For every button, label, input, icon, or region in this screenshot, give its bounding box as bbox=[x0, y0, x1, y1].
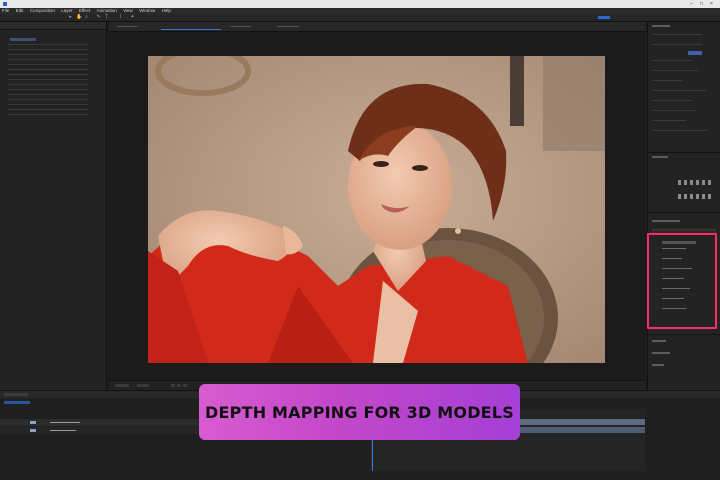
timeline-comp-tab[interactable] bbox=[4, 393, 28, 396]
effect-row[interactable] bbox=[8, 94, 88, 95]
character-panel-header bbox=[652, 340, 666, 342]
mask-toggle-icon[interactable] bbox=[177, 384, 181, 387]
effect-row[interactable] bbox=[8, 104, 88, 105]
align-buttons[interactable] bbox=[678, 180, 714, 185]
pen-tool-icon[interactable]: ✎ bbox=[96, 15, 101, 20]
tab-layer[interactable] bbox=[117, 26, 137, 27]
tab-flowchart[interactable] bbox=[277, 26, 299, 27]
zoom-tool-icon[interactable]: ⌕ bbox=[84, 15, 89, 20]
effect-row[interactable] bbox=[8, 54, 88, 55]
properties-panel-header bbox=[652, 25, 670, 27]
maximize-icon[interactable]: □ bbox=[700, 1, 703, 7]
tab-footage[interactable] bbox=[231, 26, 251, 27]
layer-label-color bbox=[30, 429, 36, 432]
menu-animation[interactable]: Animation bbox=[97, 8, 117, 13]
highlighted-effects-area bbox=[647, 233, 717, 329]
selection-tool-icon[interactable]: ▸ bbox=[68, 15, 73, 20]
menu-layer[interactable]: Layer bbox=[61, 8, 72, 13]
minimize-icon[interactable]: – bbox=[690, 1, 693, 7]
effect-row[interactable] bbox=[8, 109, 88, 110]
track-matte-dropdown[interactable] bbox=[688, 51, 702, 55]
effect-row[interactable] bbox=[8, 79, 88, 80]
effects-presets-header bbox=[652, 220, 680, 222]
tools-toolbar: ▸ ✋ ⌕ ✎ T ⌇ ✦ bbox=[0, 14, 720, 22]
effect-controls-panel bbox=[0, 22, 107, 390]
effect-row[interactable] bbox=[8, 64, 88, 65]
property-row[interactable] bbox=[652, 80, 682, 81]
zoom-dropdown[interactable] bbox=[115, 384, 129, 387]
grid-toggle-icon[interactable] bbox=[171, 384, 175, 387]
tracker-panel-header bbox=[652, 364, 664, 366]
effect-row[interactable] bbox=[8, 84, 88, 85]
app-logo-icon bbox=[3, 2, 7, 6]
puppet-tool-icon[interactable]: ✦ bbox=[130, 15, 135, 20]
window-title-bar: – □ × bbox=[0, 0, 720, 8]
panel-divider bbox=[648, 152, 720, 153]
effect-row[interactable] bbox=[8, 114, 88, 115]
distribute-buttons[interactable] bbox=[678, 194, 714, 199]
hand-tool-icon[interactable]: ✋ bbox=[76, 15, 82, 20]
camera-snapshot-icon[interactable] bbox=[183, 384, 187, 387]
text-tool-icon[interactable]: T bbox=[104, 15, 109, 20]
effect-controls-tab[interactable] bbox=[0, 22, 106, 30]
property-row[interactable] bbox=[652, 44, 702, 45]
resolution-dropdown[interactable] bbox=[137, 384, 149, 387]
menu-view[interactable]: View bbox=[123, 8, 133, 13]
portrait-photo bbox=[148, 56, 605, 363]
property-row[interactable] bbox=[652, 100, 692, 101]
menu-composition[interactable]: Composition bbox=[30, 8, 55, 13]
layer-name[interactable] bbox=[50, 422, 80, 423]
current-time-display[interactable] bbox=[4, 401, 30, 404]
property-row[interactable] bbox=[652, 130, 708, 131]
composition-frame[interactable] bbox=[148, 56, 605, 363]
effect-name-field[interactable] bbox=[10, 38, 36, 41]
menu-edit[interactable]: Edit bbox=[16, 8, 24, 13]
menu-file[interactable]: File bbox=[2, 8, 9, 13]
property-row[interactable] bbox=[652, 90, 706, 91]
effect-row[interactable] bbox=[8, 89, 88, 90]
align-panel-header bbox=[652, 156, 668, 158]
close-icon[interactable]: × bbox=[710, 1, 713, 7]
paragraph-panel-header bbox=[652, 352, 670, 354]
panel-divider bbox=[648, 212, 720, 213]
effect-row[interactable] bbox=[8, 99, 88, 100]
panel-divider bbox=[648, 334, 720, 335]
menu-window[interactable]: Window bbox=[139, 8, 155, 13]
property-row[interactable] bbox=[652, 34, 702, 35]
effect-row[interactable] bbox=[8, 74, 88, 75]
property-row[interactable] bbox=[652, 70, 698, 71]
layer-name[interactable] bbox=[50, 430, 76, 431]
effect-row[interactable] bbox=[8, 44, 88, 45]
menu-effect[interactable]: Effect bbox=[79, 8, 90, 13]
title-banner: DEPTH MAPPING FOR 3D MODELS bbox=[199, 384, 520, 440]
workspace-indicator[interactable] bbox=[598, 16, 610, 19]
property-row[interactable] bbox=[652, 110, 696, 111]
banner-text: DEPTH MAPPING FOR 3D MODELS bbox=[205, 402, 514, 422]
effect-row[interactable] bbox=[8, 49, 88, 50]
effect-row[interactable] bbox=[8, 69, 88, 70]
tab-composition[interactable] bbox=[161, 24, 221, 30]
brush-tool-icon[interactable]: ⌇ bbox=[118, 15, 123, 20]
effect-row[interactable] bbox=[8, 59, 88, 60]
viewer-tabs bbox=[109, 22, 646, 32]
property-row[interactable] bbox=[652, 60, 692, 61]
property-row[interactable] bbox=[652, 120, 686, 121]
layer-label-color bbox=[30, 421, 36, 424]
menu-help[interactable]: Help bbox=[162, 8, 171, 13]
